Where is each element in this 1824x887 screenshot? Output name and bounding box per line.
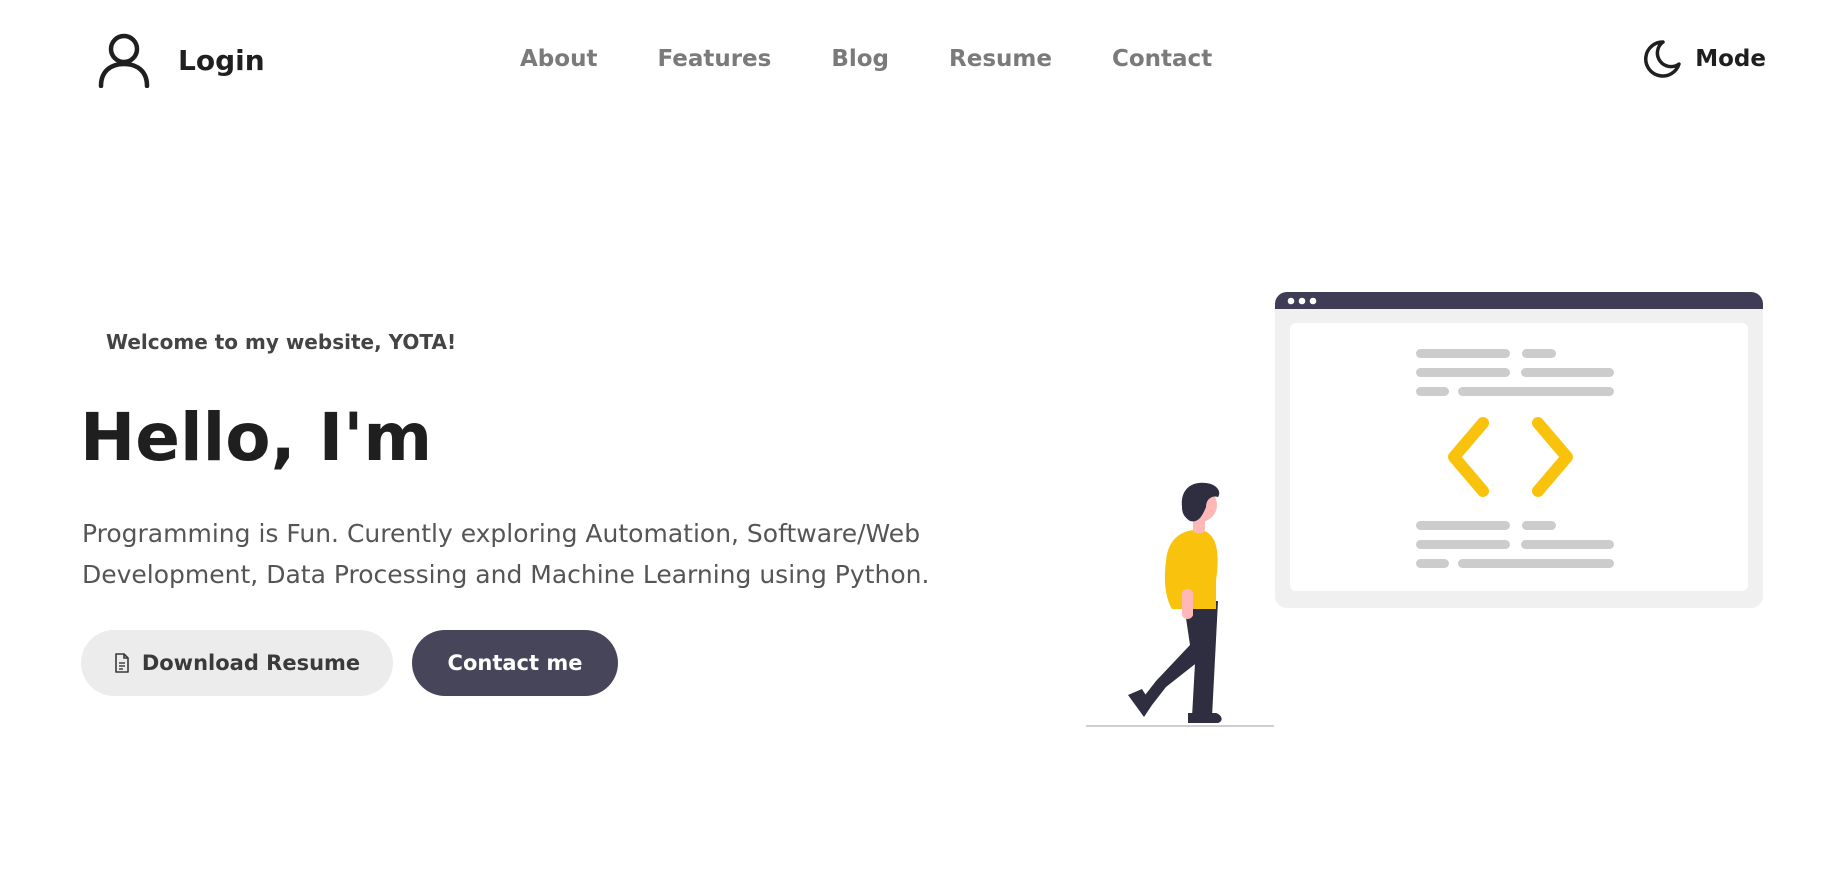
hero-description: Programming is Fun. Curently exploring A… bbox=[82, 519, 930, 589]
login-label: Login bbox=[178, 43, 265, 77]
document-icon bbox=[115, 653, 129, 673]
welcome-text: Welcome to my website, YOTA! bbox=[106, 330, 457, 354]
download-resume-button[interactable]: Download Resume bbox=[81, 630, 393, 696]
code-window-illustration bbox=[1086, 292, 1763, 727]
mode-label: Mode bbox=[1695, 46, 1766, 72]
main-nav: About Features Blog Resume Contact bbox=[520, 42, 1212, 76]
download-resume-label: Download Resume bbox=[141, 651, 361, 675]
walking-person-figure bbox=[1128, 482, 1222, 723]
page: Login About Features Blog Resume Contact… bbox=[0, 0, 1824, 887]
login-link[interactable]: Login bbox=[96, 32, 265, 88]
nav-contact[interactable]: Contact bbox=[1112, 46, 1212, 72]
nav-features[interactable]: Features bbox=[657, 46, 771, 72]
contact-me-button[interactable]: Contact me bbox=[412, 630, 618, 696]
contact-me-label: Contact me bbox=[447, 651, 583, 675]
nav-about[interactable]: About bbox=[520, 46, 597, 72]
nav-resume[interactable]: Resume bbox=[949, 46, 1052, 72]
user-icon bbox=[98, 33, 150, 88]
hero-title: Hello, I'm bbox=[80, 399, 433, 476]
moon-icon bbox=[1644, 40, 1681, 78]
mode-toggle[interactable]: Mode bbox=[1641, 38, 1766, 80]
browser-window-graphic bbox=[1275, 292, 1763, 608]
nav-blog[interactable]: Blog bbox=[831, 46, 889, 72]
